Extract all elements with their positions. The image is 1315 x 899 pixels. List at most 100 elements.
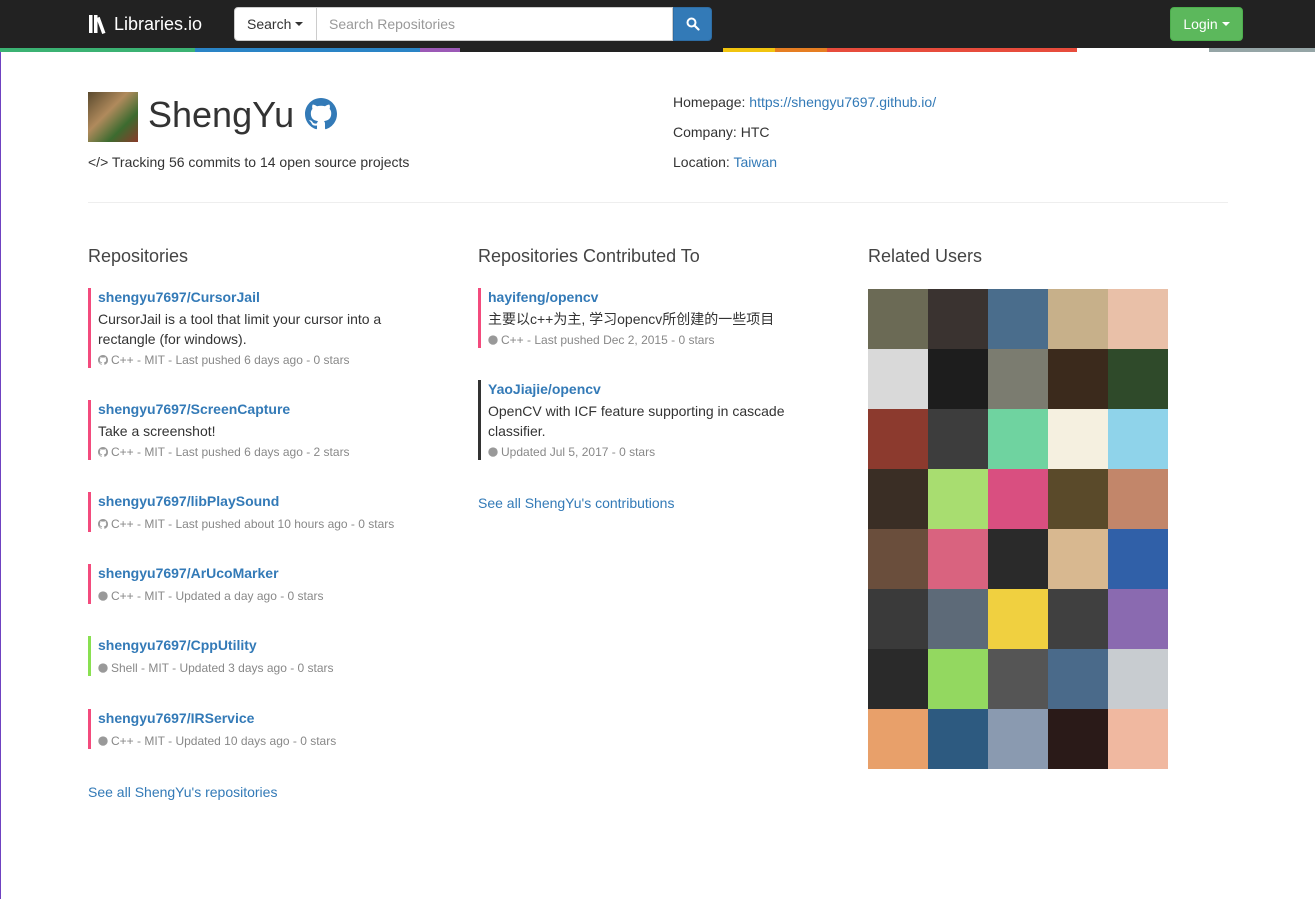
related-user-avatar[interactable] bbox=[988, 649, 1048, 709]
github-icon bbox=[98, 663, 108, 673]
repo-link[interactable]: shengyu7697/ArUcoMarker bbox=[98, 564, 324, 582]
divider bbox=[88, 202, 1228, 203]
related-user-avatar[interactable] bbox=[988, 349, 1048, 409]
github-icon bbox=[98, 736, 108, 746]
related-user-avatar[interactable] bbox=[868, 289, 928, 349]
related-user-avatar[interactable] bbox=[928, 589, 988, 649]
search-icon bbox=[686, 17, 700, 31]
repo-meta: Shell - MIT - Updated 3 days ago - 0 sta… bbox=[98, 660, 334, 676]
related-user-avatar[interactable] bbox=[928, 649, 988, 709]
related-user-avatar[interactable] bbox=[988, 589, 1048, 649]
repo-description: CursorJail is a tool that limit your cur… bbox=[98, 311, 382, 347]
repo-description: 主要以c++为主, 学习opencv所创建的一些项目 bbox=[488, 311, 775, 327]
login-button[interactable]: Login bbox=[1170, 7, 1243, 41]
github-icon bbox=[98, 355, 108, 365]
related-user-avatar[interactable] bbox=[988, 529, 1048, 589]
related-user-avatar[interactable] bbox=[1048, 589, 1108, 649]
search-input[interactable] bbox=[317, 7, 673, 41]
company-value: HTC bbox=[740, 124, 770, 140]
github-icon bbox=[98, 591, 108, 601]
code-icon: </> bbox=[88, 154, 109, 170]
github-profile-link[interactable] bbox=[305, 98, 337, 130]
related-user-avatar[interactable] bbox=[868, 349, 928, 409]
repo-meta: C++ - MIT - Last pushed 6 days ago - 2 s… bbox=[98, 444, 350, 460]
related-user-avatar[interactable] bbox=[1108, 709, 1168, 769]
related-user-avatar[interactable] bbox=[1108, 529, 1168, 589]
see-all-repositories-link[interactable]: See all ShengYu's repositories bbox=[88, 783, 277, 801]
related-user-avatar[interactable] bbox=[928, 409, 988, 469]
repo-link[interactable]: hayifeng/opencv bbox=[488, 288, 774, 306]
related-user-avatar[interactable] bbox=[868, 529, 928, 589]
related-user-avatar[interactable] bbox=[928, 289, 988, 349]
search-submit-button[interactable] bbox=[673, 7, 712, 41]
repo-link[interactable]: shengyu7697/CursorJail bbox=[98, 288, 381, 306]
repo-item: YaoJiajie/opencv OpenCV with ICF feature… bbox=[478, 380, 785, 460]
related-user-avatar[interactable] bbox=[1048, 409, 1108, 469]
repo-link[interactable]: shengyu7697/IRService bbox=[98, 709, 336, 727]
related-user-avatar[interactable] bbox=[868, 709, 928, 769]
related-user-avatar[interactable] bbox=[1108, 349, 1168, 409]
related-user-avatar[interactable] bbox=[988, 469, 1048, 529]
related-user-avatar[interactable] bbox=[1108, 289, 1168, 349]
repo-meta: C++ - MIT - Last pushed 6 days ago - 0 s… bbox=[98, 352, 381, 368]
related-user-avatar[interactable] bbox=[1048, 649, 1108, 709]
search-bar: Search bbox=[234, 7, 712, 41]
github-icon bbox=[305, 98, 337, 130]
repo-meta: C++ - MIT - Updated a day ago - 0 stars bbox=[98, 588, 324, 604]
related-user-avatar[interactable] bbox=[868, 649, 928, 709]
related-user-avatar[interactable] bbox=[1048, 529, 1108, 589]
company-label: Company: bbox=[673, 124, 741, 140]
related-user-avatar[interactable] bbox=[1108, 469, 1168, 529]
github-icon bbox=[98, 519, 108, 529]
related-user-avatar[interactable] bbox=[1048, 469, 1108, 529]
tracking-summary: </> Tracking 56 commits to 14 open sourc… bbox=[88, 153, 409, 171]
caret-down-icon bbox=[295, 22, 304, 26]
repo-link[interactable]: shengyu7697/ScreenCapture bbox=[98, 400, 350, 418]
contributed-heading: Repositories Contributed To bbox=[478, 246, 700, 266]
repo-meta: C++ - MIT - Updated 10 days ago - 0 star… bbox=[98, 733, 336, 749]
github-icon bbox=[488, 335, 498, 345]
brand-name: Libraries.io bbox=[114, 13, 203, 34]
location-line: Location: Taiwan bbox=[673, 153, 777, 171]
repo-item: shengyu7697/libPlaySound C++ - MIT - Las… bbox=[88, 492, 394, 532]
related-user-avatar[interactable] bbox=[868, 469, 928, 529]
related-user-avatar[interactable] bbox=[1048, 289, 1108, 349]
related-user-avatar[interactable] bbox=[928, 529, 988, 589]
repo-meta: C++ - Last pushed Dec 2, 2015 - 0 stars bbox=[488, 332, 774, 348]
related-user-avatar[interactable] bbox=[928, 349, 988, 409]
related-user-avatar[interactable] bbox=[1048, 709, 1108, 769]
related-user-avatar[interactable] bbox=[1108, 649, 1168, 709]
company-line: Company: HTC bbox=[673, 123, 769, 141]
location-link[interactable]: Taiwan bbox=[733, 154, 777, 170]
related-user-avatar[interactable] bbox=[988, 289, 1048, 349]
related-user-avatar[interactable] bbox=[988, 709, 1048, 769]
color-stripe bbox=[0, 48, 1315, 52]
repo-description: Take a screenshot! bbox=[98, 423, 216, 439]
related-user-avatar[interactable] bbox=[1108, 409, 1168, 469]
homepage-link[interactable]: https://shengyu7697.github.io/ bbox=[749, 94, 936, 110]
repo-link[interactable]: YaoJiajie/opencv bbox=[488, 380, 785, 398]
related-user-avatar[interactable] bbox=[928, 709, 988, 769]
libraries-logo-icon bbox=[89, 15, 106, 35]
page-title: ShengYu bbox=[148, 94, 295, 135]
related-user-avatar[interactable] bbox=[1048, 349, 1108, 409]
repositories-heading: Repositories bbox=[88, 246, 189, 266]
related-user-avatar[interactable] bbox=[1108, 589, 1168, 649]
brand-link[interactable]: Libraries.io bbox=[88, 13, 202, 35]
search-type-label: Search bbox=[247, 16, 292, 32]
repo-item: shengyu7697/CursorJail CursorJail is a t… bbox=[88, 288, 381, 368]
search-type-dropdown[interactable]: Search bbox=[234, 7, 317, 41]
github-icon bbox=[98, 447, 108, 457]
related-user-avatar[interactable] bbox=[868, 589, 928, 649]
see-all-contributions-link[interactable]: See all ShengYu's contributions bbox=[478, 494, 674, 512]
homepage-line: Homepage: https://shengyu7697.github.io/ bbox=[673, 93, 936, 111]
repo-meta: Updated Jul 5, 2017 - 0 stars bbox=[488, 444, 785, 460]
repo-link[interactable]: shengyu7697/CppUtility bbox=[98, 636, 334, 654]
related-user-avatar[interactable] bbox=[988, 409, 1048, 469]
repo-link[interactable]: shengyu7697/libPlaySound bbox=[98, 492, 394, 510]
related-users-heading: Related Users bbox=[868, 246, 983, 266]
repo-item: shengyu7697/IRService C++ - MIT - Update… bbox=[88, 709, 336, 749]
related-user-avatar[interactable] bbox=[868, 409, 928, 469]
login-label: Login bbox=[1183, 16, 1218, 32]
related-user-avatar[interactable] bbox=[928, 469, 988, 529]
